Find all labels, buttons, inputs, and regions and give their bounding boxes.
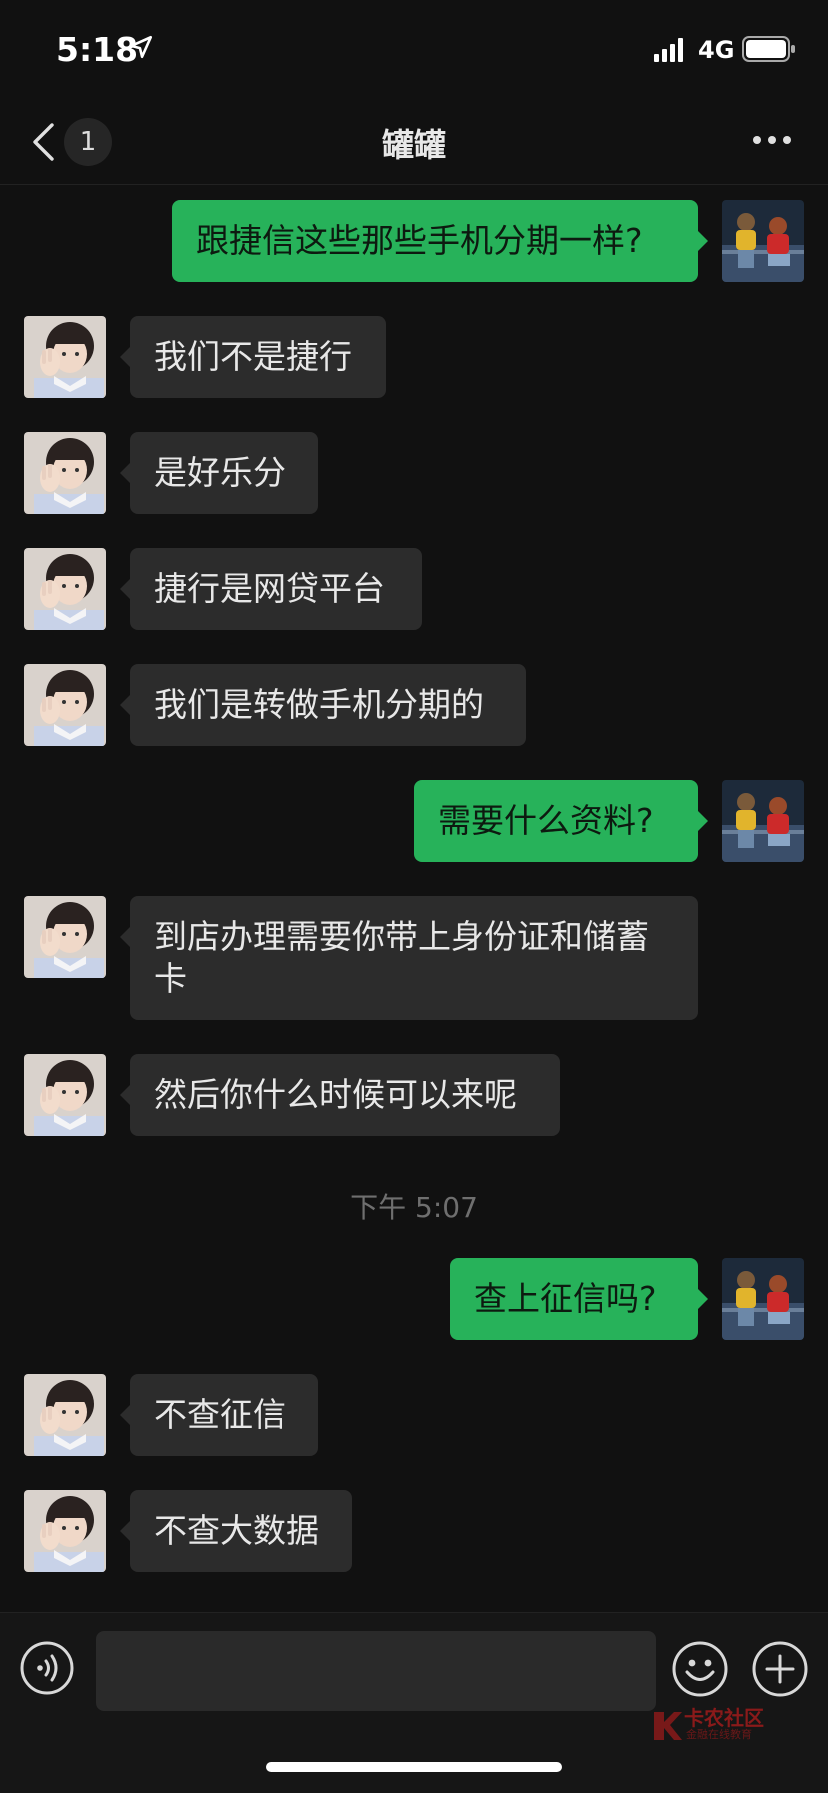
- message-bubble[interactable]: 是好乐分: [130, 432, 318, 514]
- contact-avatar[interactable]: [24, 432, 106, 514]
- voice-icon[interactable]: [20, 1641, 74, 1695]
- my-avatar[interactable]: [722, 200, 804, 282]
- emoji-icon[interactable]: [672, 1641, 728, 1697]
- bubble-tail: [120, 1405, 130, 1425]
- status-time: 5:18: [56, 30, 139, 69]
- bubble-tail: [120, 927, 130, 947]
- message-bubble[interactable]: 捷行是网贷平台: [130, 548, 422, 630]
- message-bubble[interactable]: 我们是转做手机分期的: [130, 664, 526, 746]
- my-avatar[interactable]: [722, 780, 804, 862]
- battery-icon: [742, 36, 795, 62]
- message-incoming: 是好乐分: [0, 432, 828, 514]
- contact-avatar[interactable]: [24, 548, 106, 630]
- location-arrow-icon: [129, 35, 153, 59]
- bubble-tail: [120, 347, 130, 367]
- bubble-tail: [120, 1085, 130, 1105]
- message-outgoing: 跟捷信这些那些手机分期一样?: [0, 200, 828, 282]
- my-avatar[interactable]: [722, 1258, 804, 1340]
- home-indicator: [266, 1762, 562, 1772]
- contact-avatar[interactable]: [24, 896, 106, 978]
- network-type: 4G: [698, 36, 735, 64]
- message-incoming: 我们不是捷行: [0, 316, 828, 398]
- message-bubble[interactable]: 不查大数据: [130, 1490, 352, 1572]
- chat-title: 罐罐: [381, 126, 446, 164]
- status-bar: 5:18 4G: [0, 0, 828, 100]
- bubble-tail: [698, 811, 708, 831]
- message-incoming: 然后你什么时候可以来呢: [0, 1054, 828, 1136]
- message-bubble[interactable]: 我们不是捷行: [130, 316, 386, 398]
- bubble-tail: [698, 1289, 708, 1309]
- bubble-tail: [120, 463, 130, 483]
- message-bubble[interactable]: 不查征信: [130, 1374, 318, 1456]
- bubble-tail: [698, 231, 708, 251]
- message-bubble[interactable]: 跟捷信这些那些手机分期一样?: [172, 200, 698, 282]
- plus-icon[interactable]: [752, 1641, 808, 1697]
- chat-nav-bar: 1 罐罐: [0, 100, 828, 185]
- contact-avatar[interactable]: [24, 1054, 106, 1136]
- watermark-subtitle: 金融在线教育: [686, 1728, 752, 1741]
- bubble-tail: [120, 1521, 130, 1541]
- message-incoming: 不查征信: [0, 1374, 828, 1456]
- more-dots-icon[interactable]: [752, 134, 792, 146]
- message-incoming: 我们是转做手机分期的: [0, 664, 828, 746]
- contact-avatar[interactable]: [24, 1490, 106, 1572]
- message-incoming: 不查大数据: [0, 1490, 828, 1572]
- message-input[interactable]: [96, 1631, 656, 1711]
- signal-icon: [654, 38, 683, 62]
- message-bubble[interactable]: 需要什么资料?: [414, 780, 698, 862]
- bubble-tail: [120, 695, 130, 715]
- contact-avatar[interactable]: [24, 1374, 106, 1456]
- message-outgoing: 需要什么资料?: [0, 780, 828, 862]
- contact-avatar[interactable]: [24, 664, 106, 746]
- contact-avatar[interactable]: [24, 316, 106, 398]
- message-bubble[interactable]: 查上征信吗?: [450, 1258, 698, 1340]
- message-incoming: 捷行是网贷平台: [0, 548, 828, 630]
- message-bubble[interactable]: 然后你什么时候可以来呢: [130, 1054, 560, 1136]
- bubble-tail: [120, 579, 130, 599]
- message-timestamp: 下午 5:07: [350, 1191, 478, 1224]
- message-outgoing: 查上征信吗?: [0, 1258, 828, 1340]
- message-bubble[interactable]: 到店办理需要你带上身份证和储蓄 卡: [130, 896, 698, 1020]
- message-incoming: 到店办理需要你带上身份证和储蓄 卡: [0, 896, 828, 1020]
